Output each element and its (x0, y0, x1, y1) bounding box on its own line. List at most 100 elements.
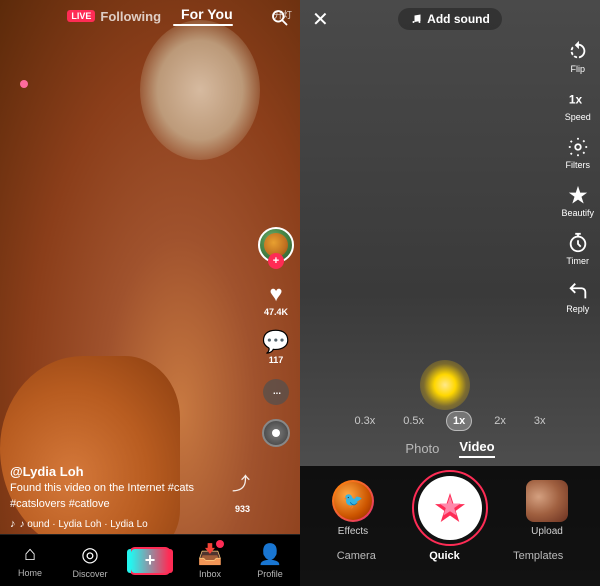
effects-label: Effects (338, 526, 368, 537)
camera-top-bar: ✕ Add sound (300, 0, 600, 38)
beautify-tool[interactable]: Beautify (561, 184, 594, 218)
upload-button[interactable]: Upload (526, 480, 568, 537)
add-sound-button[interactable]: Add sound (398, 8, 502, 30)
nav-home[interactable]: ⌂ Home (0, 543, 60, 578)
beautify-label: Beautify (561, 208, 594, 218)
speed-tool[interactable]: 1x Speed (565, 88, 591, 122)
sparkle-icon (432, 490, 468, 526)
timer-icon (567, 232, 589, 254)
filters-label: Filters (565, 160, 590, 170)
speed-controls: 0.3x 0.5x 1x 2x 3x (300, 411, 600, 431)
camera-mode-templates-label: Templates (513, 550, 563, 562)
camera-mode-camera-label: Camera (337, 550, 376, 562)
decorative-dot (20, 80, 28, 88)
video-mode-tab[interactable]: Video (459, 439, 494, 458)
camera-mode-templates[interactable]: Templates (513, 550, 563, 562)
create-icon: + (145, 550, 156, 571)
like-count: 47.4K (264, 307, 288, 317)
effects-avatar: 🐦 (332, 480, 374, 522)
speed-2x[interactable]: 2x (488, 412, 512, 430)
music-info: ♪ ♪ ound · Lydia Loh · Lydia Lo (10, 518, 250, 530)
camera-actions-row: 🐦 Effects Uplo (300, 466, 600, 546)
nav-inbox[interactable]: 📥 Inbox (180, 542, 240, 579)
music-title: ♪ ound · Lydia Loh · Lydia Lo (20, 519, 148, 530)
foryou-tab[interactable]: For You (173, 6, 233, 26)
music-icon (410, 13, 422, 25)
upload-thumbnail (526, 480, 568, 522)
following-label: Following (100, 9, 161, 24)
like-button[interactable]: ♥ 47.4K (264, 283, 288, 317)
svg-text:1x: 1x (569, 93, 583, 107)
inbox-notification-dot (216, 540, 224, 548)
photo-mode-tab[interactable]: Photo (405, 441, 439, 456)
foryou-label: For You (181, 6, 233, 22)
capture-mode-tabs: Photo Video (300, 439, 600, 458)
nav-profile[interactable]: 👤 Profile (240, 542, 300, 579)
capture-button[interactable] (418, 476, 482, 540)
following-tab[interactable]: LIVE Following (67, 9, 161, 24)
live-badge: LIVE (67, 10, 95, 22)
comment-icon: 💬 (262, 331, 289, 353)
add-sound-text: Add sound (427, 12, 490, 26)
profile-label: Profile (257, 569, 283, 579)
left-panel: LIVE Following For You 开灯 + (0, 0, 300, 586)
camera-mode-camera[interactable]: Camera (337, 550, 376, 562)
video-info: @Lydia Loh Found this video on the Inter… (10, 464, 250, 530)
reply-icon (567, 280, 589, 302)
camera-tools: Flip 1x Speed Filters Beautify (561, 40, 594, 314)
effects-button[interactable]: 🐦 Effects (332, 480, 374, 537)
right-panel: ✕ Add sound Flip 1x Speed (300, 0, 600, 586)
foryou-underline (173, 24, 233, 26)
inbox-label: Inbox (199, 569, 221, 579)
comment-count: 117 (269, 355, 284, 365)
nav-discover[interactable]: ◎ Discover (60, 542, 120, 579)
camera-bottom-nav: Camera Quick Templates (300, 546, 600, 572)
comment-button[interactable]: 💬 117 (262, 331, 289, 365)
filters-tool[interactable]: Filters (565, 136, 590, 170)
video-actions: + ♥ 47.4K 💬 117 ··· (258, 227, 294, 447)
music-disc-center (272, 429, 280, 437)
inbox-icon: 📥 (198, 542, 223, 567)
camera-lens-glow (420, 360, 470, 410)
reply-tool[interactable]: Reply (566, 280, 589, 314)
speed-1x[interactable]: 1x (446, 411, 472, 431)
nav-create[interactable]: + (120, 547, 180, 575)
creator-username[interactable]: @Lydia Loh (10, 464, 250, 479)
timer-label: Timer (566, 256, 589, 266)
video-player[interactable]: 开灯 + ♥ 47.4K 💬 117 ··· (0, 0, 300, 586)
speed-label: Speed (565, 112, 591, 122)
music-note-icon: ♪ (10, 518, 16, 530)
top-nav: LIVE Following For You (0, 0, 300, 32)
camera-bottom-panel: 🐦 Effects Uplo (300, 466, 600, 586)
profile-icon: 👤 (258, 542, 283, 567)
speed-0.3x[interactable]: 0.3x (348, 412, 381, 430)
video-description: Found this video on the Internet #cats #… (10, 481, 250, 512)
create-button[interactable]: + (129, 547, 171, 575)
camera-mode-quick[interactable]: Quick (429, 550, 460, 562)
creator-avatar[interactable]: + (258, 227, 294, 263)
search-icon[interactable] (270, 8, 288, 31)
close-button[interactable]: ✕ (312, 7, 329, 32)
flip-icon (567, 40, 589, 62)
effects-avatar-image: 🐦 (334, 482, 372, 520)
speed-icon: 1x (567, 88, 589, 110)
capture-inner[interactable] (418, 476, 482, 540)
dots-icon: ··· (263, 379, 289, 405)
capture-button-container[interactable] (418, 476, 482, 540)
beautify-icon (567, 184, 589, 206)
camera-mode-quick-label: Quick (429, 550, 460, 562)
bottom-navigation: ⌂ Home ◎ Discover + 📥 Inbox 👤 Profile (0, 534, 300, 586)
flip-tool[interactable]: Flip (567, 40, 589, 74)
more-button[interactable]: ··· (263, 379, 289, 405)
speed-3x[interactable]: 3x (528, 412, 552, 430)
music-disc[interactable] (262, 419, 290, 447)
flip-label: Flip (570, 64, 585, 74)
follow-button[interactable]: + (268, 253, 284, 269)
speed-0.5x[interactable]: 0.5x (397, 412, 430, 430)
upload-label: Upload (531, 526, 563, 537)
music-disc-icon (262, 419, 290, 447)
timer-tool[interactable]: Timer (566, 232, 589, 266)
home-icon: ⌂ (24, 543, 36, 566)
heart-icon: ♥ (269, 283, 282, 305)
reply-label: Reply (566, 304, 589, 314)
